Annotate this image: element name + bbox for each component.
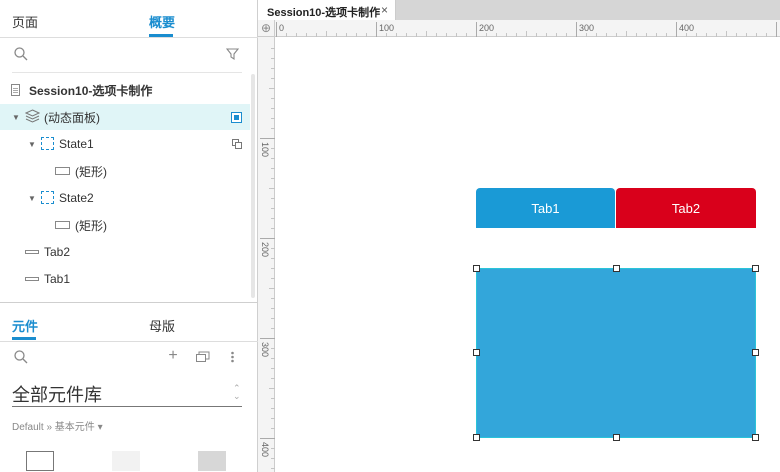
tab-widgets[interactable]: 元件 [12, 316, 38, 335]
left-panel: 页面 概要 Session10-选项卡制作 ▼ (动态面板) ▼ State1 … [0, 0, 258, 472]
library-select[interactable]: 全部元件库 [12, 381, 102, 407]
divider [0, 341, 258, 342]
ruler-label: 400 [679, 23, 695, 33]
library-stack-icon[interactable] [195, 349, 211, 365]
horizontal-ruler: 0 100 200 300 400 [258, 20, 780, 37]
ruler-label: 200 [479, 23, 495, 33]
layers-icon [24, 109, 41, 126]
outline-item-rect[interactable]: (矩形) [0, 212, 250, 238]
resize-handle[interactable] [473, 349, 480, 356]
widget-shape-thumb[interactable] [198, 451, 226, 471]
outline-item-tab2[interactable]: Tab2 [0, 239, 250, 265]
dynamic-panel-widget[interactable] [476, 268, 756, 438]
divider [12, 72, 242, 73]
search-icon[interactable] [13, 46, 29, 62]
page-name: Session10-选项卡制作 [29, 83, 153, 98]
widget-box-thumb[interactable] [26, 451, 54, 471]
ruler-label: 200 [260, 242, 270, 258]
panel-toggle-icon[interactable] [231, 112, 242, 123]
tab-pages[interactable]: 页面 [12, 12, 38, 31]
add-icon[interactable]: + [165, 347, 181, 364]
resize-handle[interactable] [613, 265, 620, 272]
ruler-label: 300 [260, 342, 270, 358]
rectangle-icon [55, 167, 70, 175]
ruler-label: 100 [379, 23, 395, 33]
collapse-caret-icon[interactable]: ▼ [28, 140, 36, 149]
tab-widgets-underline [12, 337, 36, 340]
library-breadcrumb[interactable]: Default » 基本元件 ▾ [12, 418, 103, 433]
outline-item-label: (动态面板) [44, 110, 100, 125]
state-icon [41, 191, 54, 204]
resize-handle[interactable] [613, 434, 620, 441]
ruler-ticks [276, 22, 777, 37]
collapse-caret-icon[interactable]: ▼ [28, 194, 36, 203]
resize-handle[interactable] [752, 265, 759, 272]
outline-page-item[interactable]: Session10-选项卡制作 [0, 77, 250, 103]
resize-handle[interactable] [473, 265, 480, 272]
ruler-label: 400 [260, 442, 270, 458]
library-panel: 元件 母版 + 全部元件库 ⌃ ⌄ Default » 基本元件 ▾ [0, 302, 258, 472]
resize-handle[interactable] [473, 434, 480, 441]
outline-scrollbar[interactable] [251, 74, 255, 298]
collapse-caret-icon[interactable]: ▼ [12, 113, 20, 122]
crosshair-icon[interactable]: ⊕ [258, 20, 275, 37]
outline-item-state2[interactable]: ▼ State2 [0, 185, 250, 211]
tab-masters[interactable]: 母版 [149, 316, 175, 335]
app-window: 页面 概要 Session10-选项卡制作 ▼ (动态面板) ▼ State1 … [0, 0, 780, 472]
outline-item-rect[interactable]: (矩形) [0, 158, 250, 184]
outline-item-dynamic-panel[interactable]: ▼ (动态面板) [0, 104, 250, 130]
vertical-ruler: 100 200 300 400 [258, 20, 275, 472]
outline-item-label: Tab1 [44, 272, 71, 286]
document-tab[interactable]: Session10-选项卡制作 × [258, 0, 396, 21]
ruler-label: 100 [260, 142, 270, 158]
outline-item-label: State1 [59, 137, 94, 151]
page-icon [11, 84, 20, 96]
rectangle-icon [55, 221, 70, 229]
outline-item-label: (矩形) [75, 218, 107, 233]
ruler-label: 0 [279, 23, 285, 33]
document-tab-title: Session10-选项卡制作 [267, 7, 381, 19]
widget-icon [25, 277, 39, 281]
resize-handle[interactable] [752, 434, 759, 441]
select-arrows-icon[interactable]: ⌃ ⌄ [233, 384, 241, 401]
document-tab-bar: Session10-选项卡制作 × [258, 0, 780, 21]
search-icon[interactable] [13, 349, 29, 365]
left-top-tabs: 页面 概要 [0, 0, 258, 38]
ruler-label: 300 [579, 23, 595, 33]
outline-item-label: Tab2 [44, 245, 71, 259]
outline-item-label: (矩形) [75, 164, 107, 179]
close-icon[interactable]: × [381, 3, 388, 17]
widget-placeholder-thumb[interactable] [112, 451, 140, 471]
duplicate-icon[interactable] [232, 139, 243, 153]
widget-icon [25, 250, 39, 254]
tab2-widget[interactable]: Tab2 [616, 188, 756, 228]
more-icon[interactable] [227, 349, 237, 365]
state-icon [41, 137, 54, 150]
outline-item-label: State2 [59, 191, 94, 205]
tab1-widget[interactable]: Tab1 [476, 188, 615, 228]
tab-outline[interactable]: 概要 [149, 12, 175, 31]
resize-handle[interactable] [752, 349, 759, 356]
outline-item-state1[interactable]: ▼ State1 [0, 131, 250, 157]
outline-search-row [0, 38, 258, 72]
library-select-underline [12, 406, 242, 407]
filter-icon[interactable] [225, 46, 241, 62]
tab-outline-underline [149, 34, 173, 37]
outline-item-tab1[interactable]: Tab1 [0, 266, 250, 292]
